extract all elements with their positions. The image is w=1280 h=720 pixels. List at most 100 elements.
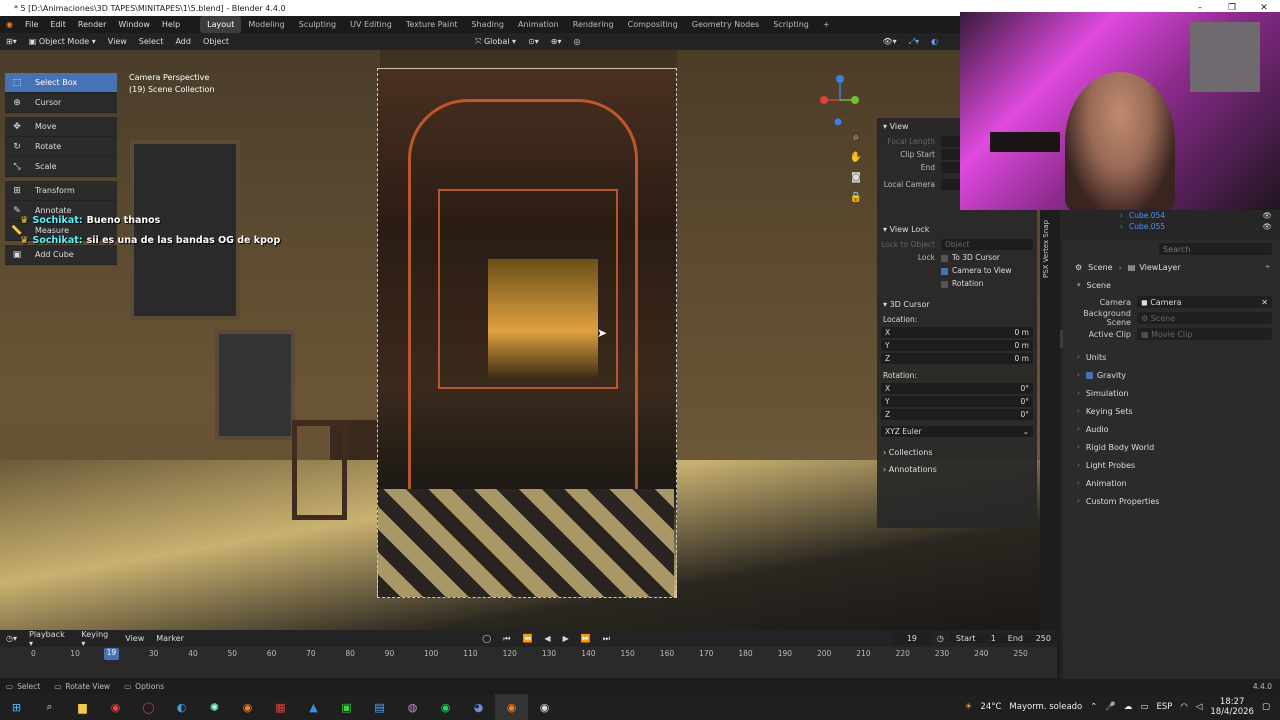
section-audio[interactable]: › Audio bbox=[1063, 420, 1280, 438]
wifi-icon[interactable]: ◠ bbox=[1180, 702, 1187, 712]
tab-layout[interactable]: Layout bbox=[200, 16, 242, 33]
tool-transform[interactable]: ⊞ Transform bbox=[5, 181, 117, 201]
tab-modeling[interactable]: Modeling bbox=[241, 16, 291, 33]
annotations-section-header[interactable]: › Annotations bbox=[877, 461, 1037, 478]
stopwatch-icon[interactable]: ◷ bbox=[931, 634, 950, 643]
lock-row[interactable]: Lock To 3D Cursor bbox=[877, 251, 1037, 264]
spotify-icon[interactable]: ◉ bbox=[429, 694, 462, 720]
pivot-icon[interactable]: ⊙▾ bbox=[522, 37, 545, 46]
obs-like-icon[interactable]: ◍ bbox=[396, 694, 429, 720]
loc-field[interactable]: Y 0 m bbox=[881, 340, 1033, 351]
gizmo-icon[interactable]: ⤢▾ bbox=[903, 37, 925, 47]
tab-animation[interactable]: Animation bbox=[511, 16, 566, 33]
mode-dropdown[interactable]: ▣ Object Mode ▾ bbox=[23, 37, 102, 46]
outliner-row[interactable]: › Cube.055 👁 bbox=[1060, 221, 1280, 232]
hand-pan-icon[interactable]: ✋ bbox=[846, 148, 866, 168]
app-icon[interactable]: ✺ bbox=[198, 694, 231, 720]
tab-texture-paint[interactable]: Texture Paint bbox=[399, 16, 465, 33]
section-light-probes[interactable]: › Light Probes bbox=[1063, 456, 1280, 474]
video-editor-icon[interactable]: ▦ bbox=[264, 694, 297, 720]
tool-select-box[interactable]: ⬚ Select Box bbox=[5, 73, 117, 93]
prev-keyframe-icon[interactable]: ⏪ bbox=[516, 634, 538, 643]
menu-view[interactable]: View bbox=[119, 634, 150, 643]
menu-playback[interactable]: Playback ▾ bbox=[23, 630, 75, 648]
pin-icon[interactable]: ⌖ bbox=[1265, 262, 1270, 272]
tool-rotate[interactable]: ↻ Rotate bbox=[5, 137, 117, 157]
rot-field[interactable]: Y 0° bbox=[881, 396, 1033, 407]
vs-code-icon[interactable]: ▤ bbox=[363, 694, 396, 720]
lock-icon[interactable]: 🔒 bbox=[846, 188, 866, 208]
weather-icon[interactable]: ☀ bbox=[965, 702, 973, 712]
obs-icon[interactable]: ◉ bbox=[528, 694, 561, 720]
play-reverse-icon[interactable]: ◀ bbox=[538, 634, 556, 643]
file-explorer-icon[interactable]: ▆ bbox=[66, 694, 99, 720]
section-animation[interactable]: › Animation bbox=[1063, 474, 1280, 492]
windows-start-icon[interactable]: ⊞ bbox=[0, 694, 33, 720]
menu-add[interactable]: Add bbox=[169, 37, 197, 46]
tool-scale[interactable]: ⤡ Scale bbox=[5, 157, 117, 177]
language-indicator[interactable]: ESP bbox=[1157, 702, 1173, 712]
edge-icon[interactable]: ◐ bbox=[165, 694, 198, 720]
tab-geometry-nodes[interactable]: Geometry Nodes bbox=[685, 16, 766, 33]
search-input[interactable]: Search bbox=[1159, 243, 1272, 255]
camera-field[interactable]: ◼ Camera ✕ bbox=[1137, 296, 1272, 308]
orientation-dropdown[interactable]: ⤧ Global ▾ bbox=[469, 37, 522, 47]
rot-row-z[interactable]: Z 0° bbox=[877, 408, 1037, 421]
playhead[interactable]: 19 bbox=[103, 648, 120, 660]
blender-icon[interactable]: ◉ bbox=[231, 694, 264, 720]
rot-field[interactable]: Z 0° bbox=[881, 409, 1033, 420]
chevron-up-icon[interactable]: ⌃ bbox=[1090, 702, 1097, 712]
add-workspace-button[interactable]: + bbox=[816, 16, 837, 33]
navigation-gizmo[interactable] bbox=[815, 75, 865, 126]
section-keying-sets[interactable]: › Keying Sets bbox=[1063, 402, 1280, 420]
overlay-icon[interactable]: ◐ bbox=[925, 37, 944, 46]
tab-shading[interactable]: Shading bbox=[464, 16, 511, 33]
tab-compositing[interactable]: Compositing bbox=[621, 16, 685, 33]
lock-to-object-row[interactable]: Lock to Object Object bbox=[877, 238, 1037, 251]
clear-icon[interactable]: ✕ bbox=[1261, 298, 1268, 307]
tool-cursor[interactable]: ⊕ Cursor bbox=[5, 93, 117, 113]
notification-icon[interactable]: ▢ bbox=[1262, 702, 1270, 712]
chrome-icon[interactable]: ◉ bbox=[99, 694, 132, 720]
loc-field[interactable]: X 0 m bbox=[881, 327, 1033, 338]
menu-marker[interactable]: Marker bbox=[150, 634, 190, 643]
discord-icon[interactable]: ◕ bbox=[462, 694, 495, 720]
jump-end-icon[interactable]: ⏭ bbox=[597, 634, 616, 644]
loc-field[interactable]: Z 0 m bbox=[881, 353, 1033, 364]
rotation-lock-row[interactable]: Rotation bbox=[877, 277, 1037, 290]
tool-move[interactable]: ✥ Move bbox=[5, 117, 117, 137]
loc-row-z[interactable]: Z 0 m bbox=[877, 352, 1037, 365]
battery-icon[interactable]: ▭ bbox=[1140, 702, 1148, 712]
section-simulation[interactable]: › Simulation bbox=[1063, 384, 1280, 402]
record-icon[interactable]: ◯ bbox=[476, 634, 497, 643]
background-scene-field[interactable]: ⚙ Scene bbox=[1137, 312, 1272, 324]
section-rigid-body-world[interactable]: › Rigid Body World bbox=[1063, 438, 1280, 456]
menu-view[interactable]: View bbox=[102, 37, 133, 46]
section-gravity[interactable]: › Gravity bbox=[1063, 366, 1280, 384]
menu-edit[interactable]: Edit bbox=[44, 16, 72, 33]
menu-object[interactable]: Object bbox=[197, 37, 235, 46]
eye-icon[interactable]: 👁 bbox=[1262, 211, 1272, 220]
cloud-icon[interactable]: ☁ bbox=[1124, 702, 1133, 712]
eye-icon[interactable]: 👁 bbox=[1262, 222, 1272, 231]
psx-vertex-snap-tab[interactable]: PSX Vertex Snap bbox=[1042, 218, 1054, 278]
play-icon[interactable]: ▶ bbox=[557, 634, 575, 643]
3d-cursor-section-header[interactable]: ▾ 3D Cursor bbox=[877, 296, 1037, 313]
camera-view-icon[interactable]: ◙ bbox=[846, 168, 866, 188]
frame-ruler[interactable]: 0 10 30 40 50 60 70 80 90 100 110 120 130 140 150 160 17… bbox=[0, 647, 1057, 661]
rot-row-x[interactable]: X 0° bbox=[877, 382, 1037, 395]
end-frame-field[interactable]: End 250 bbox=[1001, 634, 1057, 643]
scene-section-header[interactable]: ▾ Scene bbox=[1063, 276, 1280, 294]
rotation-checkbox[interactable]: Rotation bbox=[941, 279, 983, 288]
zoom-icon[interactable]: ⌕ bbox=[846, 128, 866, 148]
clock-icon[interactable]: ◷▾ bbox=[0, 634, 23, 643]
editor-type-icon[interactable]: ⊞▾ bbox=[0, 37, 23, 46]
menu-help[interactable]: Help bbox=[156, 16, 186, 33]
tab-rendering[interactable]: Rendering bbox=[566, 16, 621, 33]
camera-to-view-checkbox[interactable]: Camera to View bbox=[941, 266, 1012, 275]
search-icon[interactable]: ⌕ bbox=[33, 694, 66, 720]
collections-section-header[interactable]: › Collections bbox=[877, 444, 1037, 461]
menu-window[interactable]: Window bbox=[112, 16, 156, 33]
menu-select[interactable]: Select bbox=[133, 37, 170, 46]
current-frame-field[interactable]: 19 bbox=[892, 633, 931, 644]
